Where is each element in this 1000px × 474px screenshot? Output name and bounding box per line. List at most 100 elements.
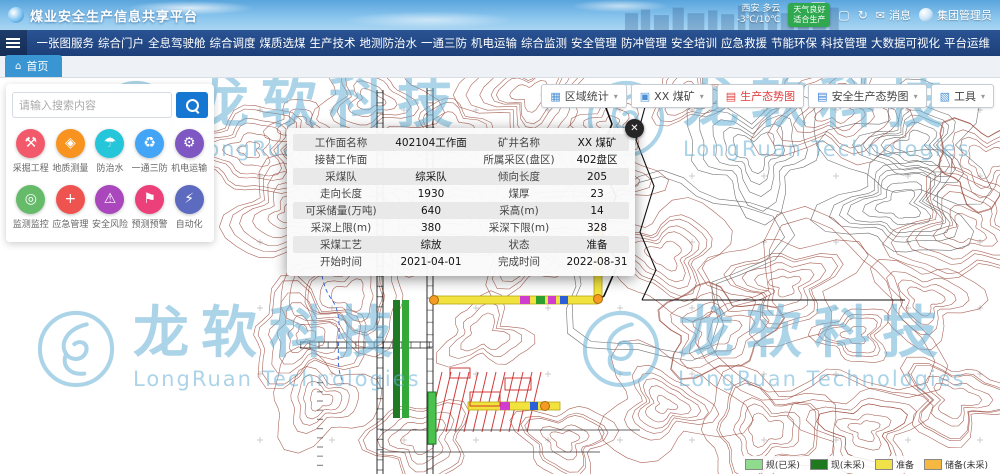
message-icon: ✉: [876, 9, 885, 22]
app-icon: ⚡: [175, 185, 204, 214]
dialog-value: 2021-04-01: [389, 256, 473, 268]
platform-logo-icon: [8, 7, 24, 23]
quick-app-9[interactable]: ⚑预测预警: [131, 185, 169, 230]
quick-app-label: 一通三防: [132, 161, 168, 174]
dialog-value: 205: [565, 171, 629, 183]
safety-production-situation-icon: ▤: [817, 90, 827, 103]
nav-item-6[interactable]: 生产技术: [308, 35, 358, 51]
menu-icon[interactable]: [0, 30, 27, 56]
nav-item-12[interactable]: 防冲管理: [619, 35, 669, 51]
safety-production-situation-label: 安全生产态势图: [832, 88, 909, 104]
quick-app-2[interactable]: ◈地质测量: [52, 129, 90, 174]
messages-button[interactable]: ✉ 消息: [876, 7, 911, 23]
production-situation-button[interactable]: ▤生产态势图: [717, 84, 804, 108]
refresh-icon[interactable]: ↻: [858, 8, 868, 22]
quick-app-label: 防治水: [96, 161, 123, 174]
app-icon: ⚙: [175, 129, 204, 158]
user-menu[interactable]: 集团管理员: [919, 7, 992, 23]
legend-item: 规(已采): [745, 458, 800, 471]
dialog-label: 走向长度: [293, 186, 389, 201]
avatar: [919, 8, 933, 22]
legend-label: 规(已采): [766, 458, 800, 471]
quick-app-label: 应急管理: [52, 217, 88, 230]
dialog-row: 开始时间2021-04-01完成时间2022-08-31: [293, 253, 629, 270]
tab-home-label: 首页: [26, 58, 48, 74]
nav-item-17[interactable]: 大数据可视化: [869, 35, 942, 51]
dialog-value: 402104工作面: [389, 135, 473, 150]
legend-swatch: [875, 459, 893, 470]
dialog-label: 开始时间: [293, 254, 389, 269]
dialog-label: 接替工作面: [293, 152, 389, 167]
legend-swatch: [745, 459, 763, 470]
dialog-row: 采煤队综采队倾向长度205: [293, 168, 629, 185]
chevron-down-icon: ▾: [914, 92, 918, 101]
quick-app-3[interactable]: ☂防治水: [91, 129, 129, 174]
search-input[interactable]: [12, 92, 172, 118]
app-icon: ◈: [56, 129, 85, 158]
nav-item-14[interactable]: 应急救援: [719, 35, 769, 51]
dialog-label: 状态: [473, 237, 565, 252]
nav-item-4[interactable]: 综合调度: [208, 35, 258, 51]
quick-icon-grid: ⚒采掘工程◈地质测量☂防治水♻一通三防⚙机电运输 ◎监测监控+ 应急管理⚠安全风险⚑…: [12, 129, 208, 230]
messages-label: 消息: [889, 7, 911, 23]
quick-app-10[interactable]: ⚡自动化: [170, 185, 208, 230]
legend-item: 现(未采): [810, 458, 865, 471]
legend-item: 准备: [875, 458, 914, 471]
legend-swatch: [810, 459, 828, 470]
fullscreen-icon[interactable]: ▢: [838, 8, 849, 22]
chevron-down-icon: ▾: [614, 92, 618, 101]
nav-item-2[interactable]: 综合门户: [96, 35, 146, 51]
quick-app-7[interactable]: + 应急管理: [52, 185, 90, 230]
dialog-value: 640: [389, 205, 473, 217]
region-stats-label: 区域统计: [565, 88, 609, 104]
search-icon: [186, 99, 199, 112]
quick-app-1[interactable]: ⚒采掘工程: [12, 129, 50, 174]
dialog-row: 可采储量(万吨)640采高(m)14: [293, 202, 629, 219]
nav-item-18[interactable]: 平台运维: [942, 35, 992, 51]
region-stats-button[interactable]: ▦区域统计▾: [541, 84, 626, 108]
nav-items: 一张图服务综合门户全息驾驶舱综合调度煤质选煤生产技术地测防治水一通三防机电运输综…: [27, 30, 1000, 56]
nav-item-7[interactable]: 地测防治水: [358, 35, 420, 51]
nav-item-10[interactable]: 综合监测: [519, 35, 569, 51]
chevron-down-icon: ▾: [700, 92, 704, 101]
nav-item-5[interactable]: 煤质选煤: [258, 35, 308, 51]
app-icon: ⚑: [135, 185, 164, 214]
dialog-value: 准备: [565, 237, 629, 252]
nav-item-13[interactable]: 安全培训: [669, 35, 719, 51]
dialog-row: 走向长度1930煤厚23: [293, 185, 629, 202]
quick-app-4[interactable]: ♻一通三防: [131, 129, 169, 174]
map-toolbar: ▦区域统计▾▣XX 煤矿▾▤生产态势图▤安全生产态势图▾▧工具▾: [541, 84, 994, 108]
nav-item-15[interactable]: 节能环保: [769, 35, 819, 51]
dialog-row: 接替工作面所属采区(盘区)402盘区: [293, 151, 629, 168]
safety-production-situation-button[interactable]: ▤ 安全生产态势图 ▾: [808, 84, 926, 108]
nav-item-9[interactable]: 机电运输: [469, 35, 519, 51]
close-icon[interactable]: ✕: [625, 119, 644, 138]
quick-app-5[interactable]: ⚙机电运输: [170, 129, 208, 174]
dialog-value: 2022-08-31: [565, 256, 629, 268]
quick-app-label: 采掘工程: [13, 161, 49, 174]
tools-icon: ▧: [940, 90, 950, 103]
quick-app-label: 监测监控: [13, 217, 49, 230]
nav-item-11[interactable]: 安全管理: [569, 35, 619, 51]
app-icon: +: [56, 185, 85, 214]
tools-label: 工具: [954, 88, 976, 104]
quick-app-6[interactable]: ◎监测监控: [12, 185, 50, 230]
tab-home[interactable]: ⌂ 首页: [5, 55, 62, 77]
mine-select-button[interactable]: ▣XX 煤矿▾: [631, 84, 713, 108]
quick-app-8[interactable]: ⚠安全风险: [91, 185, 129, 230]
dialog-value: XX 煤矿: [565, 135, 629, 150]
quick-app-label: 安全风险: [92, 217, 128, 230]
chevron-down-icon: ▾: [981, 92, 985, 101]
dialog-row: 采煤工艺综放状态准备: [293, 236, 629, 253]
nav-item-16[interactable]: 科技管理: [819, 35, 869, 51]
weather-badge-line2: 适合生产: [793, 15, 825, 25]
nav-item-3[interactable]: 全息驾驶舱: [146, 35, 208, 51]
quick-access-panel: ⚒采掘工程◈地质测量☂防治水♻一通三防⚙机电运输 ◎监测监控+ 应急管理⚠安全风险⚑…: [6, 84, 214, 242]
dialog-label: 采煤队: [293, 169, 389, 184]
tools-button[interactable]: ▧ 工具 ▾: [931, 84, 994, 108]
search-button[interactable]: [176, 92, 208, 118]
dialog-row: 采深上限(m)380采深下限(m)328: [293, 219, 629, 236]
nav-item-1[interactable]: 一张图服务: [35, 35, 97, 51]
nav-item-8[interactable]: 一通三防: [419, 35, 469, 51]
dialog-label: 采煤工艺: [293, 237, 389, 252]
